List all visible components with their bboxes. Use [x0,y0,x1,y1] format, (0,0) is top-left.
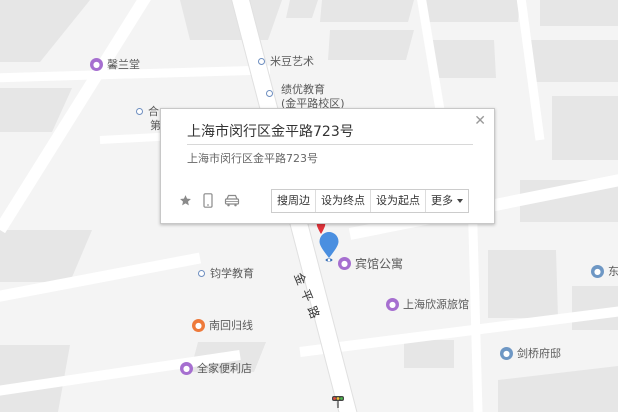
search-nearby-button[interactable]: 搜周边 [272,190,316,212]
close-icon[interactable]: ✕ [474,113,486,129]
poi-dot-icon [198,269,205,277]
poi-pin-icon: ● [90,57,103,71]
poi-xinlantang[interactable]: ● 馨兰堂 [90,56,140,72]
poi-dot-icon [266,90,273,97]
poi-dot-icon [136,107,143,115]
phone-icon[interactable] [203,193,213,208]
popup-actions: 搜周边 设为终点 设为起点 更多 [271,189,469,213]
poi-dot-icon [258,57,265,65]
poi-food-icon: ● [192,318,205,332]
poi-nanhuiguixian[interactable]: ● 南回归线 [192,317,253,333]
location-marker-icon[interactable] [318,232,340,262]
map-canvas[interactable]: 金平路 ● 馨兰堂 米豆艺术 绩优教育 (金平路校区) 合 第 ● 宾馆公寓 钧… [0,0,618,412]
location-info-popup: 上海市闵行区金平路723号 上海市闵行区金平路723号 ✕ 搜周边 设为终点 设… [160,108,495,224]
poi-hotel-apartment[interactable]: ● 宾馆公寓 [338,255,403,272]
poi-building-icon: ● [500,346,513,360]
poi-dong[interactable]: ● 东 [591,263,618,279]
poi-hotel-icon: ● [386,297,399,311]
traffic-light-icon [332,396,344,408]
poi-building-icon: ● [591,264,604,278]
poi-xinyuan-hostel[interactable]: ● 上海欣源旅馆 [386,296,469,312]
poi-familymart[interactable]: ● 全家便利店 [180,360,252,376]
more-dropdown-button[interactable]: 更多 [426,190,468,212]
poi-jianqiao-mansion[interactable]: ● 剑桥府邸 [500,345,561,361]
popup-title: 上海市闵行区金平路723号 [187,124,354,140]
star-icon[interactable] [179,194,192,207]
set-start-button[interactable]: 设为起点 [371,190,426,212]
poi-midou-art[interactable]: 米豆艺术 [258,53,314,69]
popup-tools [179,193,251,208]
popup-divider [187,144,473,145]
poi-jiyou-dot [266,90,278,97]
popup-address: 上海市闵行区金平路723号 [187,152,318,165]
chevron-down-icon [457,199,463,203]
set-destination-button[interactable]: 设为终点 [316,190,371,212]
car-icon[interactable] [224,194,240,207]
poi-junxue-education[interactable]: 钧学教育 [198,265,254,281]
poi-shop-icon: ● [180,361,193,375]
